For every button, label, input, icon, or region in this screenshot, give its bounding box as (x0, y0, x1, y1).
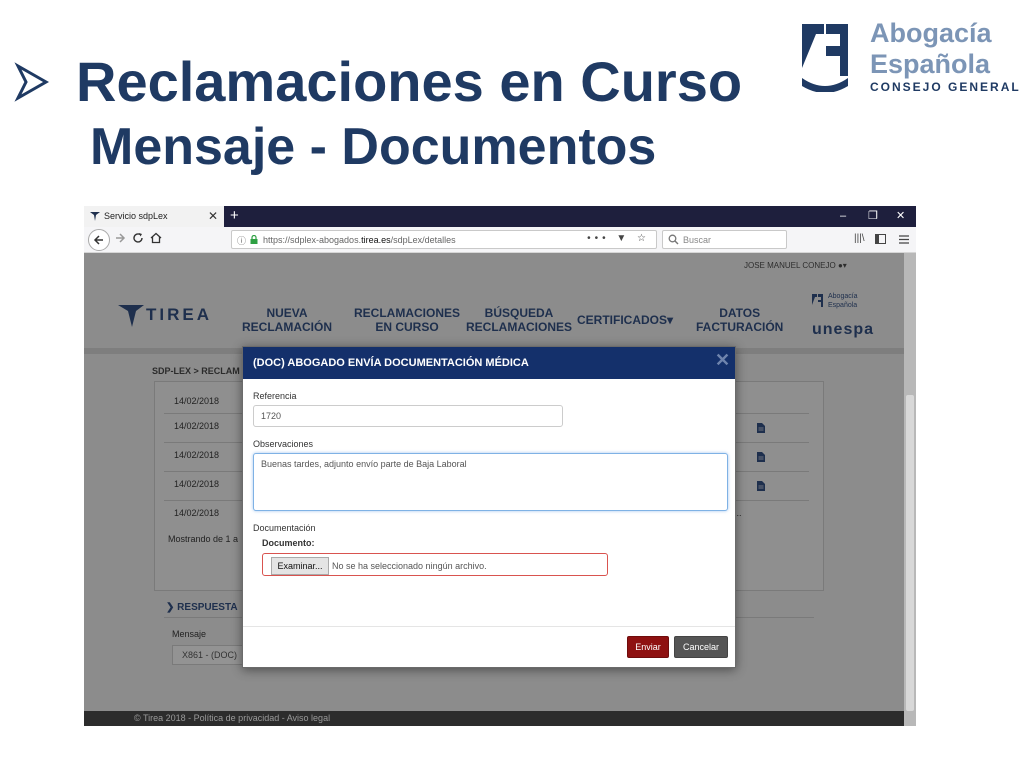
library-icon[interactable]: |||\ (854, 233, 865, 244)
back-arrow-icon (93, 235, 103, 245)
file-input[interactable]: Examinar... No se ha seleccionado ningún… (262, 553, 608, 576)
footer-text: © Tirea 2018 - Política de privacidad - … (134, 713, 331, 723)
mensaje-label: Mensaje (172, 629, 207, 639)
slide-title: Reclamaciones en Curso (76, 50, 743, 113)
modal-header: (DOC) ABOGADO ENVÍA DOCUMENTACIÓN MÉDICA… (243, 347, 735, 379)
close-tab-icon[interactable]: ✕ (208, 209, 218, 223)
close-icon[interactable]: ✕ (715, 350, 730, 370)
menu-busqueda-reclamaciones[interactable]: BÚSQUEDA RECLAMACIONES (466, 306, 572, 334)
user-icon: ●▾ (837, 261, 847, 270)
mensaje-select-value: X861 - (DOC) (182, 650, 238, 660)
slide-subtitle: Mensaje - Documentos (90, 118, 657, 176)
browse-file-button[interactable]: Examinar... (271, 557, 329, 575)
abogacia-mini-mark-icon (812, 294, 823, 307)
unespa-name: unespa (812, 321, 875, 338)
observaciones-label: Observaciones (253, 439, 314, 449)
respuesta-section-toggle[interactable]: ❯ RESPUESTA (166, 602, 238, 613)
documento-label: Documento: (262, 538, 315, 548)
navigation-bar: ⓘ https://sdplex-abogados.tirea.es/sdpLe… (84, 227, 916, 253)
table-row-date: 14/02/2018 (174, 508, 220, 518)
tab-title: Servicio sdpLex (104, 211, 168, 221)
user-menu[interactable]: JOSE MANUEL CONEJO ●▾ (744, 261, 847, 270)
menu-certificados[interactable]: CERTIFICADOS▾ (577, 313, 673, 327)
vertical-scrollbar[interactable] (904, 253, 916, 726)
home-icon (150, 232, 162, 244)
pagination-info: Mostrando de 1 a (168, 534, 239, 544)
address-bar[interactable]: ⓘ https://sdplex-abogados.tirea.es/sdpLe… (231, 230, 657, 249)
document-modal: (DOC) ABOGADO ENVÍA DOCUMENTACIÓN MÉDICA… (242, 346, 736, 668)
file-status: No se ha seleccionado ningún archivo. (332, 561, 487, 571)
arrow-bullet-icon (14, 62, 50, 102)
tirea-mark-icon (118, 305, 144, 327)
logo-line-2: Española (870, 49, 991, 79)
abogacia-espanola-logo: Abogacía Española CONSEJO GENERAL (800, 18, 1019, 96)
menu-reclamaciones-en-curso[interactable]: RECLAMACIONES EN CURSO (354, 306, 460, 334)
logo-line-3: CONSEJO GENERAL (870, 80, 1021, 94)
document-icon[interactable] (757, 452, 765, 462)
forward-button[interactable] (112, 232, 128, 248)
browser-window: Servicio sdpLex ✕ + – ❐ ✕ ⓘ https://sdpl… (84, 206, 916, 726)
referencia-label: Referencia (253, 391, 297, 401)
search-placeholder: Buscar (683, 235, 712, 245)
close-window-icon[interactable]: ✕ (896, 209, 905, 223)
home-button[interactable] (148, 232, 164, 248)
send-button[interactable]: Enviar (627, 636, 669, 658)
table-row-date: 14/02/2018 (174, 396, 220, 406)
observaciones-textarea[interactable]: Buenas tardes, adjunto envío parte de Ba… (253, 453, 728, 511)
mensaje-select[interactable]: X861 - (DOC) (172, 645, 252, 665)
browser-tab[interactable]: Servicio sdpLex ✕ (84, 206, 224, 227)
menu-nueva-reclamacion[interactable]: NUEVA RECLAMACIÓN (242, 306, 332, 334)
url-text: https://sdplex-abogados.tirea.es/sdpLex/… (263, 235, 456, 245)
cancel-button[interactable]: Cancelar (674, 636, 728, 658)
unespa-line-1: Abogacía (828, 293, 858, 300)
back-button[interactable] (88, 229, 110, 251)
forward-arrow-icon (116, 233, 126, 243)
tab-bar: Servicio sdpLex ✕ + – ❐ ✕ (84, 206, 916, 227)
reload-icon (133, 233, 143, 243)
referencia-input[interactable]: 1720 (253, 405, 563, 427)
modal-footer-divider (243, 626, 735, 627)
restore-icon[interactable]: ❐ (868, 209, 878, 223)
page-actions-icon[interactable]: ••• ▼ ☆ (587, 233, 650, 244)
new-tab-button[interactable]: + (230, 207, 239, 225)
document-icon[interactable] (757, 423, 765, 433)
referencia-value: 1720 (261, 411, 282, 421)
menu-datos-facturacion[interactable]: DATOS FACTURACIÓN (696, 306, 783, 334)
unespa-logo: Abogacía Española unespa (812, 293, 876, 338)
unespa-line-2: Española (828, 302, 858, 309)
reload-button[interactable] (130, 232, 146, 248)
menu-icon[interactable] (899, 235, 909, 244)
sidebar-icon[interactable] (875, 234, 886, 244)
lock-icon (250, 235, 258, 244)
scrollbar-thumb[interactable] (906, 395, 914, 711)
page-footer: © Tirea 2018 - Política de privacidad - … (84, 711, 904, 726)
observaciones-value: Buenas tardes, adjunto envío parte de Ba… (261, 459, 467, 469)
tirea-text: TIREA (146, 305, 212, 324)
modal-title: (DOC) ABOGADO ENVÍA DOCUMENTACIÓN MÉDICA (253, 357, 529, 369)
table-row-date: 14/02/2018 (174, 479, 220, 489)
table-row-date: 14/02/2018 (174, 450, 220, 460)
abogacia-mark-icon (802, 24, 848, 92)
document-icon[interactable] (757, 481, 765, 491)
search-icon (668, 234, 679, 245)
info-icon[interactable]: ⓘ (237, 234, 246, 247)
documentacion-label: Documentación (253, 523, 316, 533)
tirea-logo[interactable]: TIREA (118, 303, 209, 329)
breadcrumb[interactable]: SDP-LEX > RECLAM (152, 366, 240, 376)
minimize-icon[interactable]: – (840, 209, 846, 223)
favicon-icon (90, 212, 100, 221)
logo-line-1: Abogacía (870, 18, 992, 48)
search-bar[interactable]: Buscar (662, 230, 787, 249)
table-row-date: 14/02/2018 (174, 421, 220, 431)
